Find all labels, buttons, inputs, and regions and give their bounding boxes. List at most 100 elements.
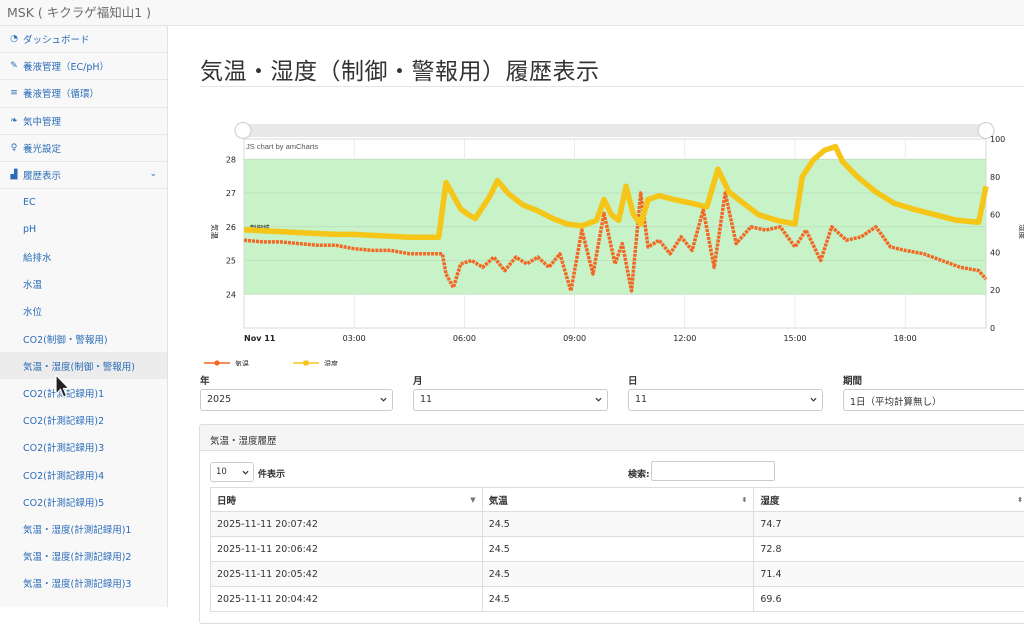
sidebar-item-light[interactable]: ♀ 養光設定: [0, 135, 167, 162]
period-select-value: 1日（平均計算無し）: [850, 397, 942, 408]
cell-datetime: 2025-11-11 20:04:42: [211, 587, 483, 612]
sidebar-item-label: ダッシュボード: [23, 32, 90, 46]
history-chart: JS chart by amCharts24252627280204060801…: [200, 111, 1024, 370]
y-left-tick-label: 27: [226, 189, 236, 198]
sidebar-item-label: 養液管理（EC/pH）: [23, 59, 109, 73]
search-input[interactable]: [651, 461, 775, 481]
title-divider: [200, 86, 1024, 87]
table-row: 2025-11-11 20:07:42 24.5 74.7: [211, 512, 1024, 537]
sidebar-subitem[interactable]: 気温・湿度(計測記録用)3: [0, 570, 167, 597]
cell-temperature: 24.5: [482, 587, 754, 612]
month-select[interactable]: 11: [413, 389, 608, 411]
column-header-humidity[interactable]: 湿度 ⬍: [754, 488, 1024, 512]
scrollbar-handle-left: [235, 123, 251, 139]
year-label: 年: [200, 373, 210, 387]
cell-temperature: 24.5: [482, 562, 754, 587]
chart-svg: JS chart by amCharts24252627280204060801…: [200, 111, 1024, 366]
sidebar: ◔ ダッシュボード ✎ 養液管理（EC/pH） ≡ 養液管理（循環） ❧ 気中管…: [0, 26, 168, 607]
sidebar-item-dashboard[interactable]: ◔ ダッシュボード: [0, 26, 167, 53]
sidebar-item-air[interactable]: ❧ 気中管理: [0, 108, 167, 135]
sidebar-subitem[interactable]: 水温: [0, 271, 167, 298]
chart-credit: JS chart by amCharts: [246, 142, 318, 151]
sidebar-subitem[interactable]: CO2(計測記録用)3: [0, 434, 167, 461]
history-table-panel: 気温・湿度履歴 10 件表示 検索: 日時 ▼ 気温 ⬍: [199, 424, 1024, 624]
column-header-datetime[interactable]: 日時 ▼: [211, 488, 483, 512]
legend-label: 気温: [235, 359, 249, 366]
sidebar-item-nutrient-ec[interactable]: ✎ 養液管理（EC/pH）: [0, 53, 167, 80]
column-header-label: 日時: [217, 496, 236, 507]
app-title[interactable]: MSK ( キクラゲ福知山1 ): [7, 2, 151, 21]
column-header-temperature[interactable]: 気温 ⬍: [482, 488, 754, 512]
sidebar-item-history[interactable]: ▟ 履歴表示 ⌄: [0, 162, 167, 189]
x-tick-label: 09:00: [563, 334, 586, 343]
top-bar: MSK ( キクラゲ福知山1 ): [0, 0, 1024, 26]
history-table: 日時 ▼ 気温 ⬍ 湿度 ⬍ 2025-11-11 20:07:42: [210, 487, 1024, 612]
cell-humidity: 71.4: [754, 562, 1024, 587]
day-select[interactable]: 11: [628, 389, 823, 411]
chevron-down-icon: [242, 469, 249, 476]
sidebar-subitem[interactable]: 給排水: [0, 244, 167, 271]
period-select[interactable]: 1日（平均計算無し）: [843, 389, 1024, 411]
y-left-axis-label: 気温: [210, 224, 220, 239]
year-select[interactable]: 2025: [200, 389, 393, 411]
sidebar-subitem[interactable]: CO2(計測記録用)2: [0, 407, 167, 434]
sidebar-item-nutrient-circulation[interactable]: ≡ 養液管理（循環）: [0, 80, 167, 107]
y-left-tick-label: 24: [226, 290, 236, 299]
sidebar-subitem[interactable]: CO2(計測記録用)4: [0, 461, 167, 488]
chart-scrollbar: [236, 124, 988, 137]
table-row: 2025-11-11 20:06:42 24.5 72.8: [211, 537, 1024, 562]
day-select-value: 11: [635, 394, 647, 405]
bulb-icon: ♀: [8, 143, 20, 153]
sidebar-subitem[interactable]: CO2(計測記録用)5: [0, 488, 167, 515]
chevron-down-icon: ⌄: [149, 169, 157, 179]
main-content: 気温・湿度（制御・警報用）履歴表示 JS chart by amCharts 24…: [169, 26, 1024, 607]
sidebar-subitem[interactable]: CO2(計測記録用)1: [0, 379, 167, 406]
table-row: 2025-11-11 20:04:42 24.5 69.6: [211, 587, 1024, 612]
page-length-select[interactable]: 10: [210, 462, 254, 482]
y-left-tick-label: 25: [226, 257, 236, 266]
y-right-tick-label: 80: [990, 173, 1000, 182]
sidebar-subitem[interactable]: 気温・湿度(計測記録用)2: [0, 543, 167, 570]
sidebar-item-label: 履歴表示: [23, 168, 61, 182]
sidebar-item-label: 養光設定: [23, 141, 61, 155]
month-label: 月: [413, 373, 423, 387]
sort-icon: ⬍: [1017, 496, 1023, 504]
wrench-icon: ✎: [8, 61, 20, 71]
page-length-value: 10: [216, 467, 227, 477]
chart-icon: ▟: [8, 170, 20, 180]
period-label: 期間: [843, 373, 862, 387]
sidebar-subitem-active[interactable]: 気温・湿度(制御・警報用): [0, 352, 167, 379]
sidebar-subitem[interactable]: 気温・湿度(計測記録用)1: [0, 515, 167, 542]
y-right-tick-label: 20: [990, 286, 1000, 295]
x-tick-label: Nov 11: [244, 334, 276, 343]
page-length-label: 件表示: [258, 467, 285, 480]
chevron-down-icon: [595, 396, 602, 403]
y-right-tick-label: 40: [990, 248, 1000, 257]
cell-datetime: 2025-11-11 20:07:42: [211, 512, 483, 537]
y-right-tick-label: 100: [990, 135, 1005, 144]
column-header-label: 気温: [489, 496, 508, 507]
sidebar-subitem[interactable]: CO2(制御・警報用): [0, 325, 167, 352]
search-label: 検索:: [628, 467, 650, 480]
legend-swatch-marker: [304, 361, 309, 366]
cell-temperature: 24.5: [482, 512, 754, 537]
y-right-tick-label: 0: [990, 324, 995, 333]
sidebar-subitem[interactable]: 水位: [0, 298, 167, 325]
x-tick-label: 15:00: [783, 334, 806, 343]
y-left-tick-label: 26: [226, 223, 236, 232]
legend-label: 湿度: [324, 359, 338, 366]
mouse-cursor-icon: [55, 374, 71, 400]
sidebar-subitem[interactable]: EC: [0, 189, 167, 216]
legend-swatch-marker: [214, 360, 219, 365]
y-left-tick-label: 28: [226, 155, 236, 164]
cell-temperature: 24.5: [482, 537, 754, 562]
x-tick-label: 12:00: [673, 334, 696, 343]
x-tick-label: 18:00: [894, 334, 917, 343]
bars-icon: ≡: [8, 88, 20, 98]
sidebar-subitem[interactable]: pH: [0, 216, 167, 243]
sort-desc-icon: ▼: [470, 496, 475, 504]
cell-datetime: 2025-11-11 20:06:42: [211, 537, 483, 562]
day-label: 日: [628, 373, 638, 387]
gauge-icon: ◔: [8, 34, 20, 44]
page-title: 気温・湿度（制御・警報用）履歴表示: [200, 52, 600, 86]
